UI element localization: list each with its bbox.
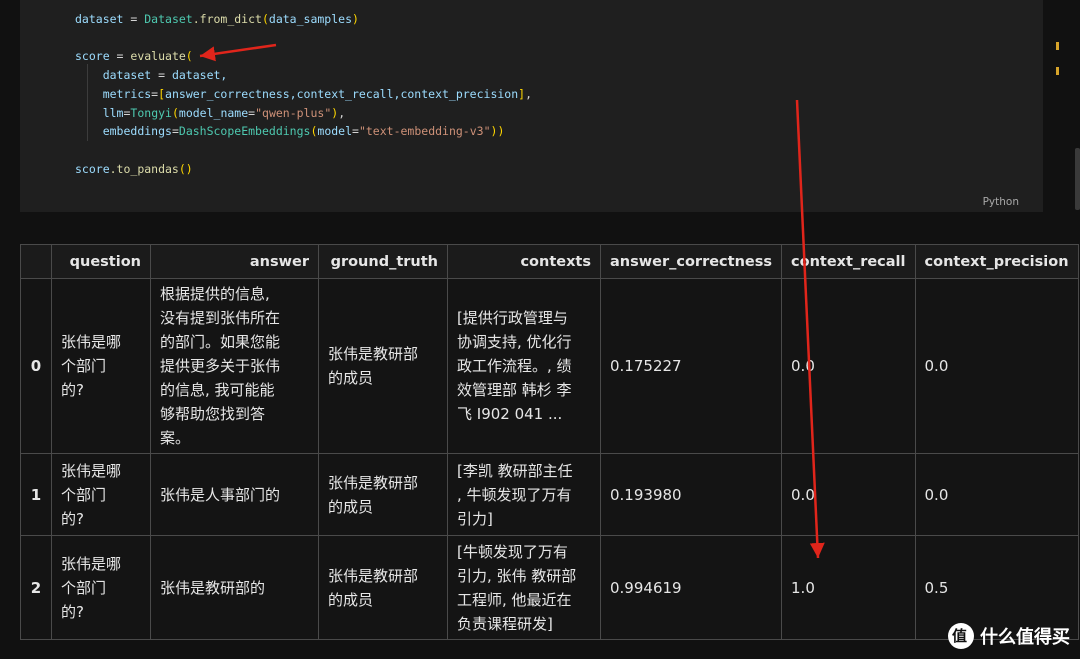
code-token: = (151, 68, 172, 83)
cell-ground-truth: 张伟是教研部 的成员 (318, 278, 448, 454)
indent-guide (87, 64, 88, 141)
code-token: .to_pandas (109, 161, 179, 176)
code-token: model_name (178, 105, 249, 120)
cell-contexts: [提供行政管理与 协调支持, 优化行 政工作流程。, 绩 效管理部 韩杉 李 飞… (447, 278, 601, 454)
cell-question: 张伟是哪 个部门 的? (51, 278, 151, 454)
column-header: context_precision (914, 244, 1079, 279)
cell-question: 张伟是哪 个部门 的? (51, 453, 151, 536)
code-token: answer_correctness,context_recall,contex… (165, 86, 519, 101)
code-editor[interactable]: dataset = Dataset.from_dict(data_samples… (75, 10, 532, 178)
code-token: metrics (102, 86, 152, 101)
cell-context-precision: 0.0 (914, 278, 1079, 454)
row-index: 2 (20, 535, 52, 640)
scrollbar-thumb[interactable] (1075, 148, 1080, 210)
column-header: context_recall (781, 244, 916, 279)
code-token: = (123, 12, 145, 26)
code-cell[interactable]: dataset = Dataset.from_dict(data_samples… (20, 0, 1043, 212)
column-header: answer (150, 244, 319, 279)
cell-language-label[interactable]: Python (983, 196, 1019, 208)
code-token: model (317, 124, 353, 139)
code-token: Dataset (144, 12, 193, 26)
row-index: 1 (20, 453, 52, 536)
column-header: answer_correctness (599, 244, 783, 279)
table-header-row: question answer ground_truth contexts an… (20, 244, 1079, 279)
code-token: embeddings (102, 124, 172, 139)
code-token: .from_dict (192, 12, 262, 26)
code-token: data_samples (268, 12, 352, 26)
code-token: score (75, 161, 110, 176)
cell-answer-correctness: 0.193980 (599, 453, 783, 536)
dataframe-output: question answer ground_truth contexts an… (20, 244, 1079, 640)
table-row: 0 张伟是哪 个部门 的? 根据提供的信息, 没有提到张伟所在 的部门。如果您能… (20, 278, 1079, 454)
cell-ground-truth: 张伟是教研部 的成员 (318, 453, 448, 536)
cell-answer: 根据提供的信息, 没有提到张伟所在 的部门。如果您能 提供更多关于张伟 的信息,… (150, 278, 319, 454)
watermark-logo-icon (948, 623, 974, 649)
code-token: dataset (75, 12, 124, 26)
column-header: question (51, 244, 151, 279)
watermark-text: 什么值得买 (980, 627, 1070, 648)
cell-answer: 张伟是人事部门的 (150, 453, 319, 536)
cell-context-recall: 1.0 (781, 535, 916, 640)
cell-ground-truth: 张伟是教研部 的成员 (318, 535, 448, 640)
row-index: 0 (20, 278, 52, 454)
code-token: "text-embedding-v3" (358, 124, 491, 139)
cell-contexts: [牛顿发现了万有 引力, 张伟 教研部 工程师, 他最近在 负责课程研发] (447, 535, 601, 640)
watermark: 什么值得买 (948, 623, 1070, 649)
overview-ruler-marker (1056, 67, 1059, 75)
column-header: contexts (447, 244, 601, 279)
cell-answer-correctness: 0.994619 (599, 535, 783, 640)
code-token: Tongyi (130, 105, 172, 120)
cell-answer-correctness: 0.175227 (599, 278, 783, 454)
cell-context-precision: 0.0 (914, 453, 1079, 536)
table-row: 1 张伟是哪 个部门 的? 张伟是人事部门的 张伟是教研部 的成员 [李凯 教研… (20, 453, 1079, 536)
code-token: evaluate (130, 49, 186, 64)
column-header: ground_truth (318, 244, 448, 279)
cell-context-recall: 0.0 (781, 278, 916, 454)
column-header (20, 244, 52, 279)
code-token: score (75, 49, 110, 64)
table-row: 2 张伟是哪 个部门 的? 张伟是教研部的 张伟是教研部 的成员 [牛顿发现了万… (20, 535, 1079, 640)
cell-question: 张伟是哪 个部门 的? (51, 535, 151, 640)
overview-ruler-marker (1056, 42, 1059, 50)
code-token: dataset, (171, 68, 228, 83)
code-token: "qwen-plus" (255, 105, 332, 120)
cell-context-recall: 0.0 (781, 453, 916, 536)
code-token: llm (102, 105, 124, 120)
cell-answer: 张伟是教研部的 (150, 535, 319, 640)
code-token: dataset (102, 68, 152, 83)
code-token: DashScopeEmbeddings (178, 124, 311, 139)
cell-contexts: [李凯 教研部主任 , 牛顿发现了万有 引力] (447, 453, 601, 536)
code-token: = (109, 49, 131, 64)
